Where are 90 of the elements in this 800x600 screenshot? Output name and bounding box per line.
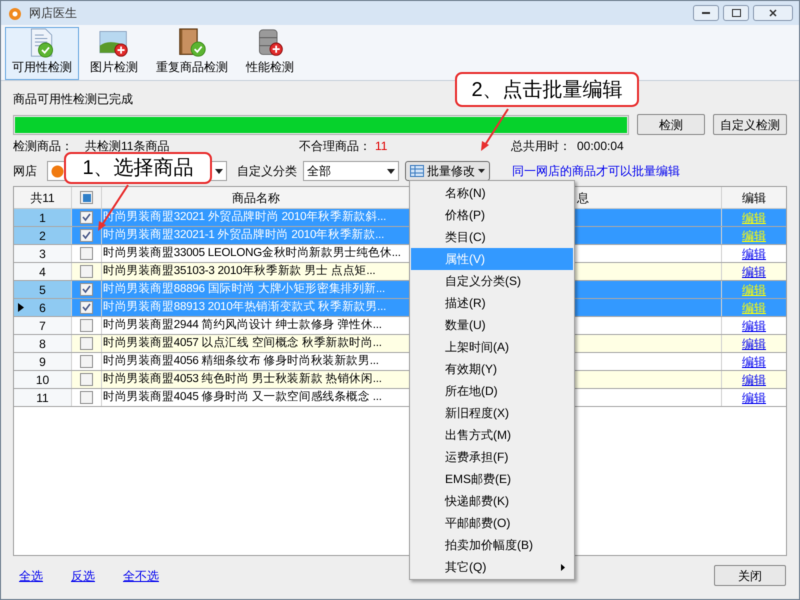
row-checkbox[interactable]	[80, 319, 93, 332]
table-cell-text: 时尚男装商盟4057 以点汇线 空间概念 秋季新款时尚...	[102, 335, 383, 351]
edit-link[interactable]: 编辑	[742, 388, 766, 406]
select-all-checkbox[interactable]	[80, 191, 93, 204]
step-tooltip: 2、点击批量编辑	[455, 72, 639, 107]
time-label: 总共用时：	[511, 138, 571, 155]
table-icon	[410, 165, 424, 177]
toolbar-button[interactable]: 可用性检测	[5, 27, 79, 80]
menu-item[interactable]: 平邮邮费(O)	[411, 512, 573, 534]
toolbar-button[interactable]: 图片检测	[83, 27, 145, 80]
menu-item[interactable]: 数量(U)	[411, 314, 573, 336]
row-number: 7	[14, 317, 72, 334]
row-checkbox[interactable]	[80, 247, 93, 260]
row-checkbox[interactable]	[80, 211, 93, 224]
caret-icon	[478, 169, 485, 173]
shop-label: 网店	[13, 163, 38, 180]
edit-link[interactable]: 编辑	[742, 244, 766, 262]
table-cell-text: 时尚男装商盟4056 精细条纹布 修身时尚秋装新款男...	[102, 353, 380, 369]
maximize-icon	[732, 9, 740, 17]
row-checkbox[interactable]	[80, 337, 93, 350]
check-button[interactable]: 检测	[637, 114, 705, 135]
caret-icon	[387, 168, 395, 174]
minimize-button[interactable]	[693, 5, 719, 21]
edit-link[interactable]: 编辑	[742, 262, 766, 280]
batch-edit-button[interactable]: 批量修改	[405, 161, 490, 181]
table-cell-text: 时尚男装商盟4045 修身时尚 又一款空间感线条概念 ...	[102, 389, 383, 405]
status-text: 商品可用性检测已完成	[13, 91, 133, 107]
row-checkbox[interactable]	[80, 373, 93, 386]
shop-icon	[51, 164, 64, 178]
checked-label: 检测商品：	[13, 138, 74, 155]
menu-item[interactable]: EMS邮费(E)	[411, 468, 573, 490]
step-tooltip: 1、选择商品	[64, 152, 212, 184]
table-cell-text: 时尚男装商盟32021-1 外贸品牌时尚 2010年秋季新款...	[102, 227, 386, 243]
row-number: 4	[14, 263, 72, 280]
maximize-button[interactable]	[723, 5, 749, 21]
table-cell-text: 时尚男装商盟2944 简约风尚设计 绅士款修身 弹性休...	[102, 317, 383, 333]
row-checkbox[interactable]	[80, 229, 93, 242]
menu-item[interactable]: 快递邮费(K)	[411, 490, 573, 512]
row-checkbox[interactable]	[80, 391, 93, 404]
selection-link[interactable]: 反选	[71, 566, 95, 584]
row-number: 1	[14, 209, 72, 226]
table-cell-text: 时尚男装商盟35103-3 2010年秋季新款 男士 点点矩...	[102, 263, 376, 279]
custom-check-button[interactable]: 自定义检测	[713, 114, 787, 135]
close-button[interactable]	[753, 5, 793, 21]
app-icon	[7, 5, 23, 21]
row-number: 10	[14, 371, 72, 388]
column-header: 编辑	[721, 187, 786, 208]
menu-item[interactable]: 拍卖加价幅度(B)	[411, 534, 573, 556]
checked-value: 共检测11条商品	[85, 138, 170, 155]
table-cell-text: 时尚男装商盟88896 国际时尚 大牌小矩形密集排列新...	[102, 281, 386, 297]
row-number: 8	[14, 335, 72, 352]
selection-link[interactable]: 全不选	[123, 566, 159, 584]
category-dropdown[interactable]: 全部	[303, 161, 399, 181]
row-number: 3	[14, 245, 72, 262]
table-cell-text: 时尚男装商盟33005 LEOLONG金秋时尚新款男士纯色休...	[102, 245, 402, 261]
menu-item[interactable]: 类目(C)	[411, 226, 573, 248]
row-number: 5	[14, 281, 72, 298]
table-cell-text: 时尚男装商盟88913 2010年热销渐变款式 秋季新款男...	[102, 299, 388, 315]
edit-link[interactable]: 编辑	[742, 370, 766, 388]
edit-link[interactable]: 编辑	[742, 352, 766, 370]
window-title: 网店医生	[29, 5, 77, 22]
selection-link[interactable]: 全选	[19, 566, 43, 584]
column-header: 共11	[14, 187, 72, 208]
time-value: 00:00:04	[577, 138, 624, 155]
minimize-icon	[702, 12, 710, 14]
row-number: 2	[14, 227, 72, 244]
menu-item[interactable]: 出售方式(M)	[411, 424, 573, 446]
arrow	[481, 108, 509, 151]
category-label: 自定义分类	[237, 163, 297, 180]
toolbar-button[interactable]: 重复商品检测	[149, 27, 235, 80]
column-header: 商品名称	[231, 190, 281, 206]
hint-text: 同一网店的商品才可以批量编辑	[512, 163, 680, 180]
row-number: 6	[14, 299, 72, 316]
row-checkbox[interactable]	[80, 283, 93, 296]
row-checkbox[interactable]	[80, 265, 93, 278]
invalid-count: 11	[375, 138, 388, 155]
edit-link[interactable]: 编辑	[742, 316, 766, 334]
close-dialog-button[interactable]: 关闭	[714, 565, 786, 586]
menu-item[interactable]: 运费承担(F)	[411, 446, 573, 468]
row-checkbox[interactable]	[80, 355, 93, 368]
edit-link[interactable]: 编辑	[742, 334, 766, 352]
close-icon	[769, 9, 777, 17]
toolbar-button[interactable]: 性能检测	[239, 27, 301, 80]
row-number: 11	[14, 389, 72, 406]
caret-icon	[215, 168, 223, 174]
row-number: 9	[14, 353, 72, 370]
invalid-label: 不合理商品：	[299, 138, 371, 155]
menu-item[interactable]: 其它(Q)	[411, 556, 573, 578]
table-cell-text: 时尚男装商盟4053 纯色时尚 男士秋装新款 热销休闲...	[102, 371, 383, 387]
row-checkbox[interactable]	[80, 301, 93, 314]
